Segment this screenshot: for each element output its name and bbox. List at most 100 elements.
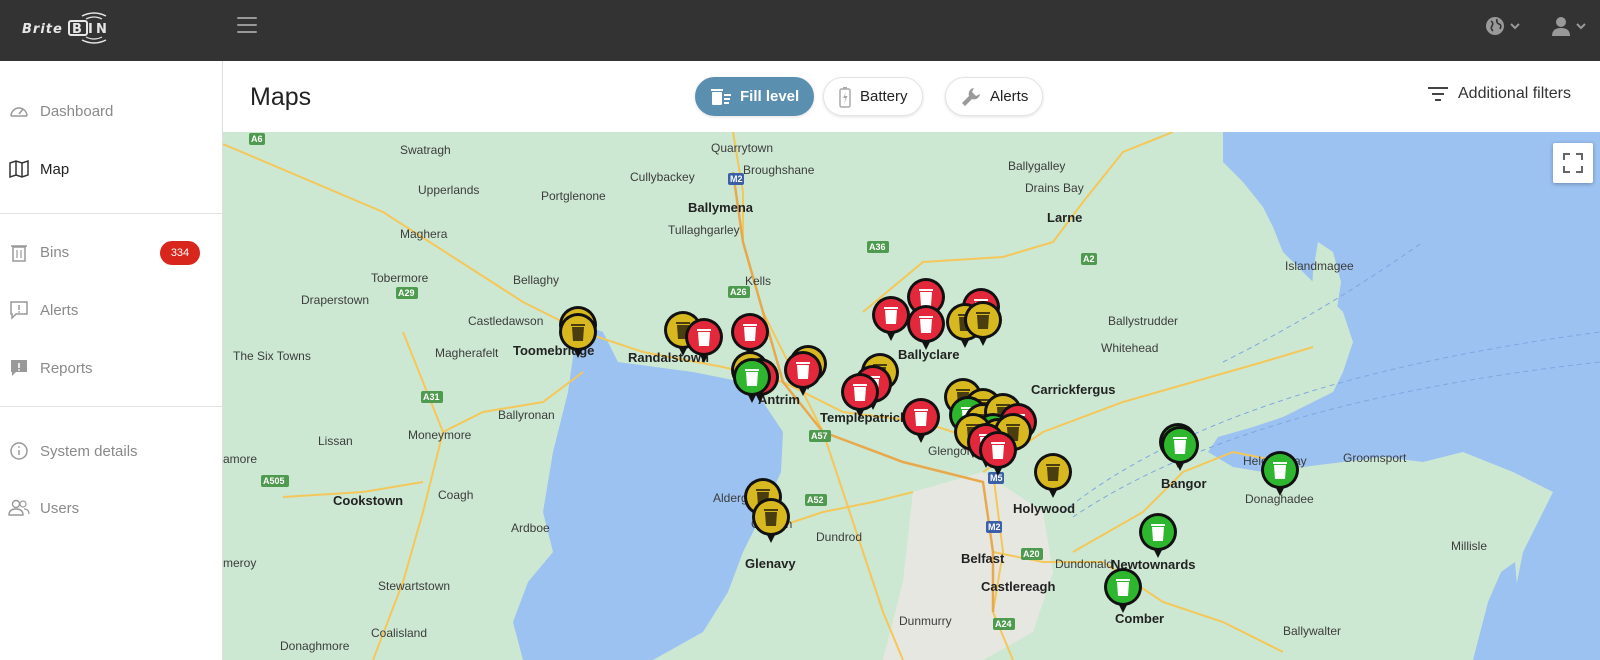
info-icon — [8, 440, 30, 462]
road-label: A29 — [398, 288, 415, 298]
road-label: A26 — [730, 287, 747, 297]
road-label: A24 — [995, 619, 1012, 629]
road-label: M2 — [730, 174, 743, 184]
map-canvas[interactable]: A6 M2 A36 A26 A29 A2 A31 A505 A57 A52 M5 A20 A24 M2 S… — [223, 132, 1600, 660]
sidebar-item-label: Alerts — [40, 301, 79, 319]
page-title: Maps — [250, 83, 312, 111]
place-label: Castledawson — [468, 314, 543, 328]
place-label: Broughshane — [743, 163, 815, 177]
place-label: Glenavy — [745, 556, 796, 571]
map-icon — [8, 158, 30, 180]
bins-map[interactable]: A6 M2 A36 A26 A29 A2 A31 A505 A57 A52 M5 A20 A24 M2 S… — [223, 132, 1600, 660]
place-label: Lissan — [318, 434, 353, 448]
place-label: Tobermore — [371, 271, 429, 285]
place-label: Ballystrudder — [1108, 314, 1178, 328]
place-label: Swatragh — [400, 143, 451, 157]
place-label: Portglenone — [541, 189, 606, 203]
place-label: Drains Bay — [1025, 181, 1084, 195]
place-label: Dundrod — [816, 530, 862, 544]
wrench-icon — [962, 87, 980, 106]
sidebar-item-users[interactable]: Users — [0, 486, 222, 530]
svg-text:I: I — [88, 22, 93, 37]
road-label: A57 — [811, 431, 828, 441]
place-label: Ballygalley — [1008, 159, 1065, 173]
alert-message-icon — [8, 299, 30, 321]
alerts-label: Alerts — [990, 88, 1029, 105]
place-label: Dundonald — [1055, 557, 1113, 571]
place-label: Upperlands — [418, 183, 479, 197]
place-label: Whitehead — [1101, 341, 1158, 355]
sidebar-item-label: Map — [40, 160, 70, 178]
brand-logo-mark: Brite B I N — [22, 12, 107, 44]
road-label: A6 — [251, 134, 263, 144]
battery-label: Battery — [860, 88, 908, 105]
place-label: Islandmagee — [1285, 259, 1354, 273]
road-label: A505 — [263, 476, 285, 486]
svg-text:B: B — [72, 22, 82, 37]
additional-filters-label: Additional filters — [1458, 85, 1571, 102]
menu-toggle-button[interactable] — [237, 17, 257, 35]
place-label: Draperstown — [301, 293, 369, 307]
place-label: Templepatrick — [820, 410, 908, 425]
place-label: Carrickfergus — [1031, 382, 1116, 397]
fill-level-toggle[interactable]: Fill level — [695, 77, 815, 116]
sidebar-item-label: Users — [40, 499, 80, 517]
place-label: Bellaghy — [513, 273, 559, 287]
road-label: A2 — [1083, 254, 1095, 264]
place-label: Ballyclare — [898, 347, 959, 362]
place-label: Kells — [745, 274, 771, 288]
place-label: The Six Towns — [233, 349, 311, 363]
fullscreen-icon — [1563, 153, 1583, 173]
place-label: Holywood — [1013, 501, 1075, 516]
place-label: Ardboe — [511, 521, 550, 535]
sidebar-divider — [0, 213, 222, 214]
fill-level-icon — [711, 88, 731, 105]
place-label: Castlereagh — [981, 579, 1055, 594]
sidebar-item-label: Bins — [40, 243, 70, 261]
place-label: Cookstown — [333, 493, 403, 508]
chevron-down-icon — [1576, 23, 1586, 30]
sidebar-item-map[interactable]: Map — [0, 147, 222, 191]
additional-filters-button[interactable]: Additional filters — [1428, 85, 1571, 103]
sidebar-divider — [0, 406, 222, 407]
place-label: Millisle — [1451, 539, 1487, 553]
place-label: Coagh — [438, 488, 473, 502]
road-label: A20 — [1023, 549, 1040, 559]
sidebar-item-bins[interactable]: Bins 334 — [0, 230, 222, 274]
bins-count-badge: 334 — [160, 241, 200, 265]
sidebar-item-alerts[interactable]: Alerts — [0, 288, 222, 332]
place-label: Ballyronan — [498, 408, 555, 422]
globe-icon — [1486, 17, 1504, 35]
filter-icon — [1428, 87, 1448, 101]
language-menu-button[interactable] — [1484, 14, 1520, 38]
place-label: Ballywalter — [1283, 624, 1341, 638]
road-label: M2 — [988, 522, 1001, 532]
sidebar-item-label: Dashboard — [40, 102, 114, 120]
place-label: Dunmurry — [899, 614, 952, 628]
sidebar-item-reports[interactable]: Reports — [0, 346, 222, 390]
user-menu-button[interactable] — [1550, 14, 1586, 38]
sidebar-item-system-details[interactable]: System details — [0, 429, 222, 473]
user-icon — [1552, 17, 1570, 36]
place-label: Coalisland — [371, 626, 427, 640]
place-label: Larne — [1047, 210, 1082, 225]
sidebar: Dashboard Map Bins 334 Alerts Reports Sy… — [0, 61, 223, 660]
place-label: amore — [223, 452, 257, 466]
place-label: Comber — [1115, 611, 1164, 626]
map-fullscreen-button[interactable] — [1553, 143, 1593, 183]
brand-logo[interactable]: Brite B I N — [22, 10, 130, 46]
alerts-toggle[interactable]: Alerts — [945, 77, 1044, 116]
fill-level-label: Fill level — [740, 88, 800, 105]
battery-icon — [839, 86, 851, 108]
place-label: meroy — [223, 556, 256, 570]
report-icon — [8, 357, 30, 379]
sidebar-item-label: Reports — [40, 359, 93, 377]
place-label: Ballymena — [688, 200, 754, 215]
road-label: A36 — [869, 242, 886, 252]
svg-text:N: N — [96, 22, 107, 37]
speedometer-icon — [8, 100, 30, 122]
chevron-down-icon — [1510, 23, 1520, 30]
road-label: A31 — [423, 392, 440, 402]
battery-toggle[interactable]: Battery — [823, 77, 923, 116]
sidebar-item-dashboard[interactable]: Dashboard — [0, 89, 222, 133]
